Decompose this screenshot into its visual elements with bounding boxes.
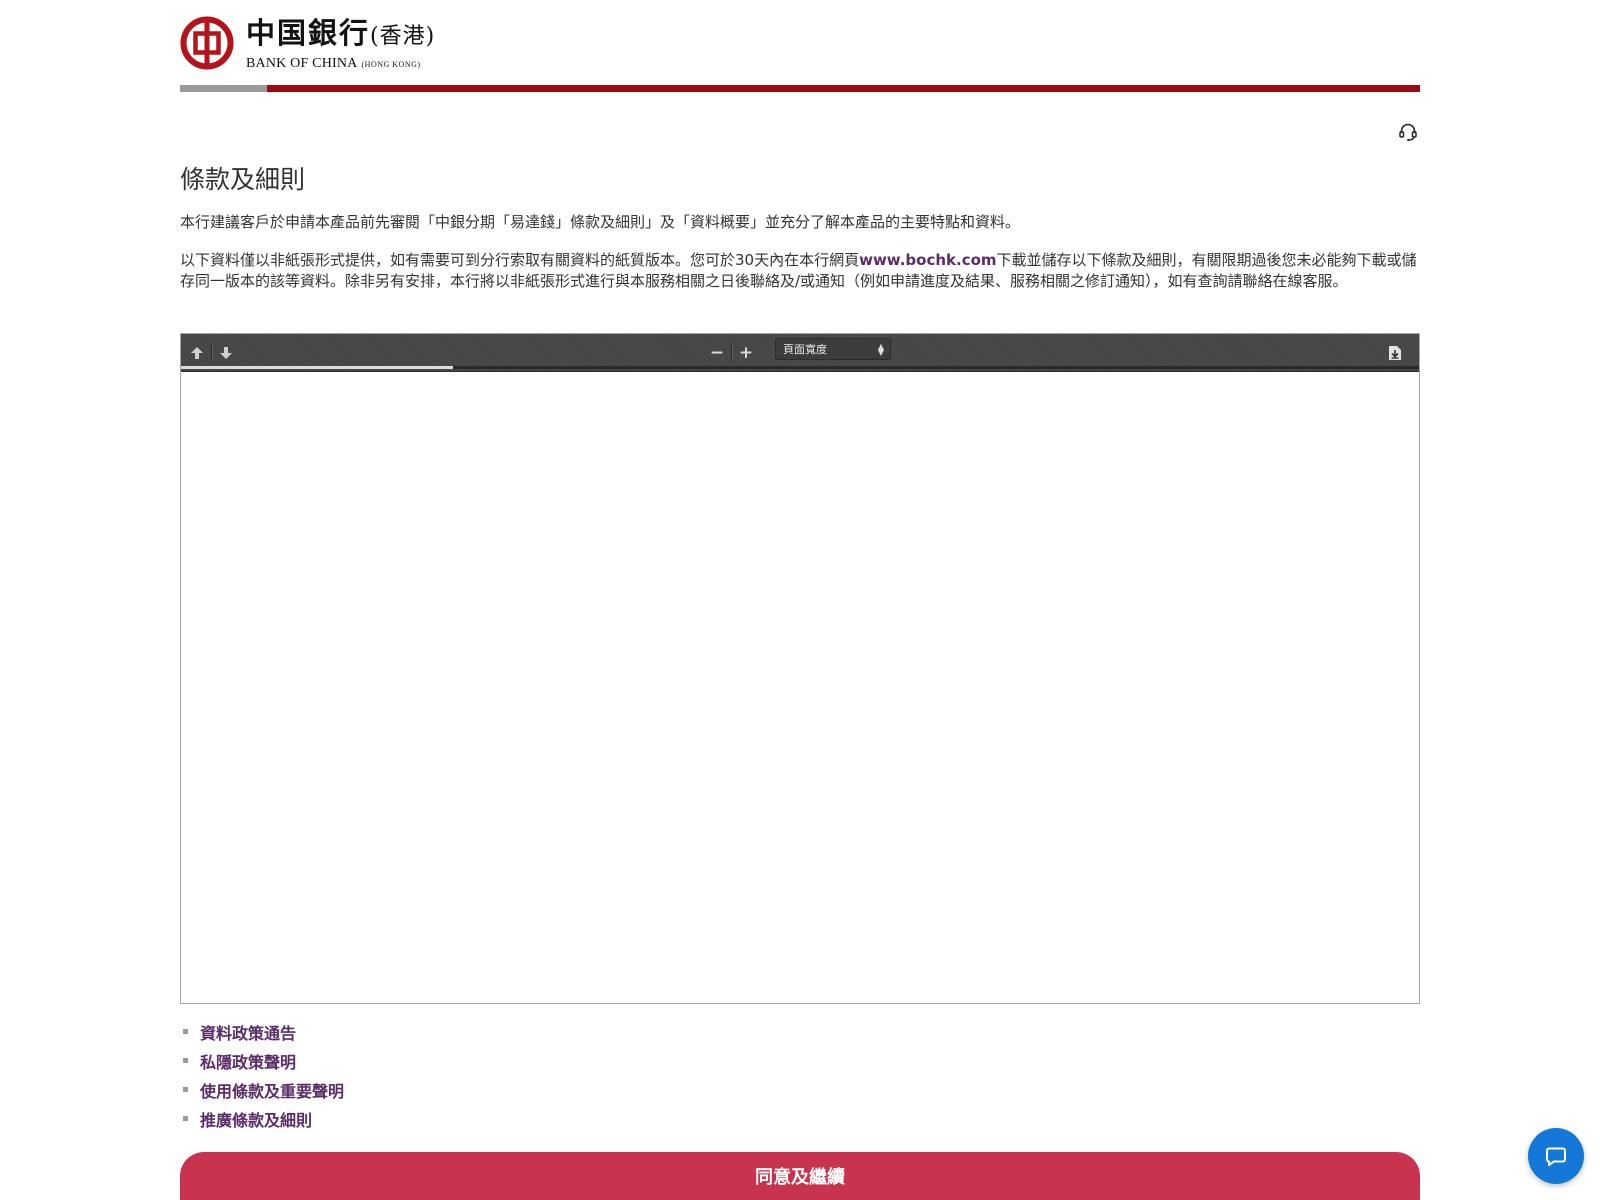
step-progress-completed [180, 85, 267, 92]
zoom-select-value: 頁面寬度 [783, 343, 827, 356]
bullet-icon [183, 1116, 188, 1121]
privacy-policy-link[interactable]: 私隱政策聲明 [200, 1049, 296, 1073]
data-policy-link[interactable]: 資料政策通告 [200, 1020, 296, 1044]
agree-and-continue-button[interactable]: 同意及繼續 [180, 1152, 1420, 1200]
previous-page-button[interactable] [186, 340, 208, 366]
pdf-loading-bar [181, 366, 1419, 369]
promotion-terms-link[interactable]: 推廣條款及細則 [200, 1107, 312, 1131]
zoom-select[interactable]: 頁面寬度 ▲ ▼ [775, 338, 891, 360]
pdf-loading-progress [181, 366, 454, 369]
bank-logo[interactable]: 中国銀行(香港) BANK OF CHINA (HONG KONG) [180, 16, 435, 74]
download-icon [1389, 346, 1401, 360]
select-caret-icon: ▲ ▼ [877, 342, 884, 357]
arrow-up-icon [191, 347, 203, 359]
logo-chinese-name: 中国銀行(香港) [246, 16, 436, 50]
step-progress-bar [180, 85, 1420, 92]
page-container: 中国銀行(香港) BANK OF CHINA (HONG KONG) 條款及細則 … [180, 0, 1420, 1200]
notice-text-part: 以下資料僅以非紙張形式提供，如有需要可到分行索取有關資料的紙質版本。您可於30天… [180, 251, 860, 269]
intro-text: 本行建議客戶於申請本產品前先審閱「中銀分期「易達錢」條款及細則」及「資料概要」並… [180, 213, 1021, 231]
zoom-in-button[interactable]: + [735, 340, 757, 366]
pdf-viewer: − + 頁面寬度 ▲ ▼ [180, 333, 1420, 1004]
pdf-toolbar: − + 頁面寬度 ▲ ▼ [181, 334, 1419, 372]
bullet-icon [183, 1087, 188, 1092]
list-item: 使用條款及重要聲明 [180, 1075, 344, 1104]
zoom-out-button[interactable]: − [706, 340, 728, 366]
arrow-down-icon [220, 347, 232, 359]
bullet-icon [183, 1058, 188, 1063]
list-item: 私隱政策聲明 [180, 1046, 344, 1075]
chat-button[interactable] [1528, 1128, 1584, 1184]
list-item: 資料政策通告 [180, 1017, 344, 1046]
headset-icon[interactable] [1398, 122, 1418, 142]
bank-of-china-logo-icon [180, 16, 234, 70]
logo-text: 中国銀行(香港) BANK OF CHINA (HONG KONG) [246, 16, 435, 72]
notice-text: 以下資料僅以非紙張形式提供，如有需要可到分行索取有關資料的紙質版本。您可於30天… [180, 250, 1420, 292]
logo-english-name: BANK OF CHINA (HONG KONG) [246, 56, 421, 71]
terms-of-use-link[interactable]: 使用條款及重要聲明 [200, 1078, 344, 1102]
toolbar-divider [211, 344, 212, 362]
bullet-icon [183, 1029, 188, 1034]
toolbar-divider [731, 344, 732, 362]
next-page-button[interactable] [215, 340, 237, 366]
chat-bubble-icon [1546, 1147, 1566, 1166]
download-button[interactable] [1383, 340, 1407, 366]
bochk-website-link[interactable]: www.bochk.com [859, 251, 996, 269]
page-title: 條款及細則 [180, 165, 306, 194]
policy-links-list: 資料政策通告 私隱政策聲明 使用條款及重要聲明 推廣條款及細則 [180, 1017, 344, 1133]
list-item: 推廣條款及細則 [180, 1104, 344, 1133]
pdf-document-area[interactable] [181, 372, 1419, 1003]
